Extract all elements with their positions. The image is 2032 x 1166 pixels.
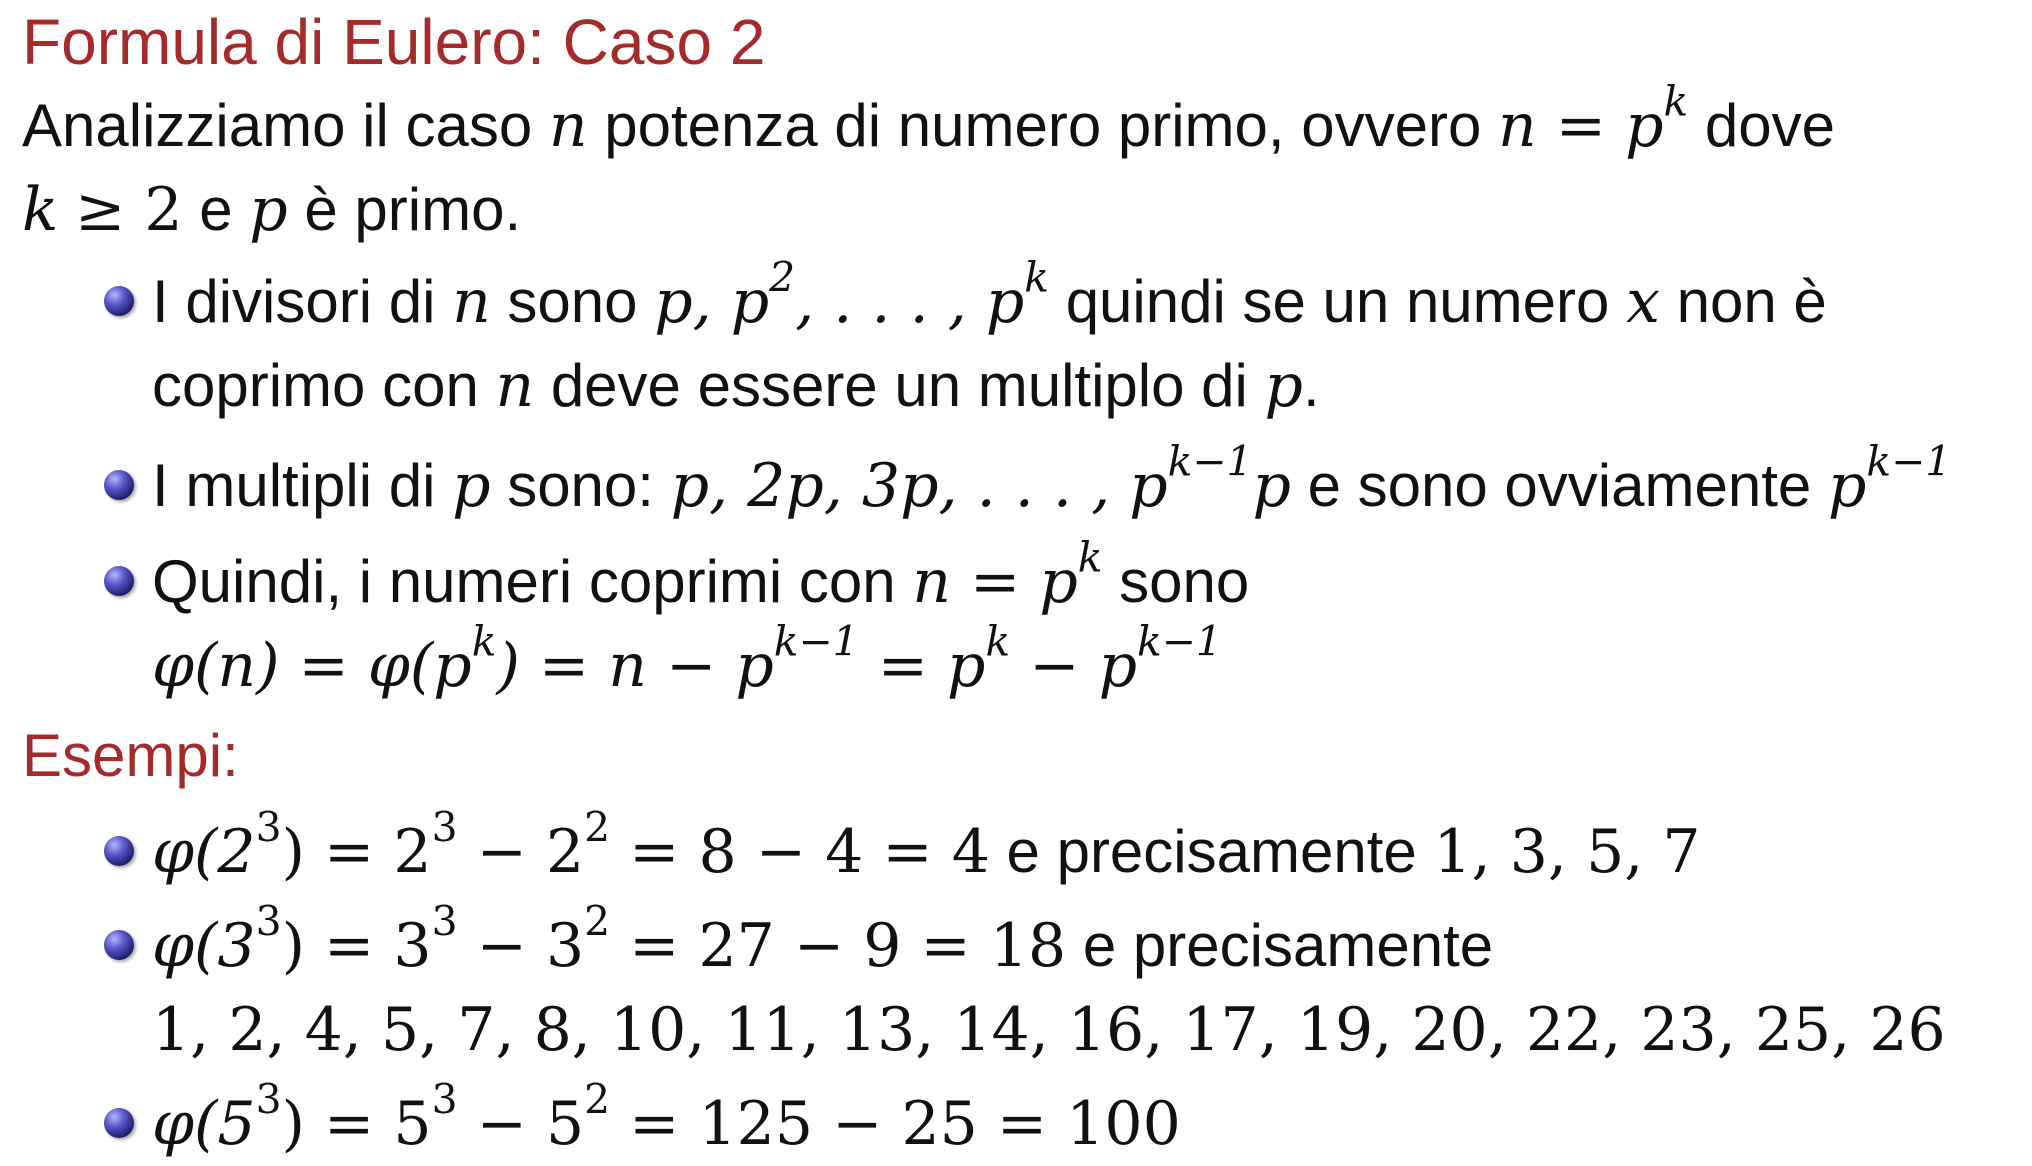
intro-eq-sup: k — [1663, 77, 1689, 126]
intro-var-n: n — [548, 91, 588, 161]
coprime-list: 1, 3, 5, 7 — [1433, 817, 1701, 887]
var-x: x — [1626, 267, 1660, 337]
formula-sup: 2 — [584, 803, 611, 852]
intro-eq-base: n = p — [1498, 91, 1664, 161]
formula-part: = 125 − 25 = 100 — [610, 1089, 1181, 1159]
example-formula: φ(33) = 33 − 32 = 27 − 9 = 18 — [152, 901, 1067, 981]
coprime-list: 1, 2, 4, 5, 7, 8, 10, 11, 13, 14, 16, 17… — [152, 995, 1946, 1065]
text: sono: — [507, 452, 654, 519]
intro-paragraph: Analizziamo il caso n potenza di numero … — [22, 81, 2012, 252]
formula-part: n = p — [912, 547, 1078, 617]
formula-part: φ(3 — [152, 911, 256, 981]
formula-part: p, p — [654, 267, 770, 337]
text: . — [1302, 352, 1320, 419]
multiples-formula: p, 2p, 3p, . . . , pk−1p — [670, 441, 1291, 521]
intro-text-4: e — [199, 176, 233, 243]
formula-sup: 3 — [431, 1075, 458, 1124]
formula-part: ) = 2 — [281, 817, 432, 887]
text: e precisamente — [1006, 818, 1417, 885]
formula-part: − 5 — [457, 1089, 585, 1159]
example-item: φ(53) = 53 − 52 = 125 − 25 = 100 — [152, 1079, 2022, 1166]
formula-sup: 3 — [431, 897, 458, 946]
intro-text-1: Analizziamo il caso — [22, 92, 533, 159]
text: I multipli di — [152, 452, 436, 519]
formula-part: ) = 5 — [281, 1089, 432, 1159]
formula-part: , . . . , p — [795, 267, 1025, 337]
formula-part: = 27 − 9 = 18 — [610, 911, 1067, 981]
var-p: p — [452, 451, 491, 521]
formula-part: − p — [1010, 631, 1138, 701]
formula-part: φ(n) = φ(p — [152, 631, 472, 701]
formula-part: ) = 3 — [281, 911, 432, 981]
intro-geq: ≥ 2 — [75, 175, 183, 245]
text: deve essere un multiplo di — [550, 352, 1248, 419]
formula-sup: 3 — [431, 803, 458, 852]
formula-sup: 2 — [584, 1075, 611, 1124]
bullet-icon — [104, 566, 134, 596]
bullet-icon — [104, 470, 134, 500]
slide-title: Formula di Eulero: Caso 2 — [22, 6, 766, 78]
formula-sup: 3 — [255, 897, 282, 946]
var-p: p — [1264, 351, 1303, 421]
formula-part: φ(2 — [152, 817, 256, 887]
formula-part: p — [1827, 451, 1867, 521]
bullet-icon — [104, 836, 134, 866]
formula-sup: k — [471, 617, 497, 666]
formula-sup: k−1 — [1137, 617, 1222, 666]
intro-text-2: potenza di numero primo, ovvero — [604, 92, 1482, 159]
formula-part: − 3 — [457, 911, 585, 981]
bullet-icon — [104, 1108, 134, 1138]
formula-sup: k — [1077, 533, 1103, 582]
intro-var-p: p — [249, 175, 288, 245]
formula-sup: 2 — [584, 897, 611, 946]
list-item: Quindi, i numeri coprimi con n = pk sono… — [152, 537, 2022, 708]
list-item: I divisori di n sono p, p2, . . . , pk q… — [152, 257, 2022, 428]
formula-part: ) = n − p — [496, 631, 774, 701]
example-item: φ(33) = 33 − 32 = 27 − 9 = 18 e precisam… — [152, 901, 2022, 1072]
example-item: φ(23) = 23 − 22 = 8 − 4 = 4 e precisamen… — [152, 807, 2022, 894]
text: e precisamente — [1082, 912, 1494, 979]
list-item: I multipli di p sono: p, 2p, 3p, . . . ,… — [152, 441, 2022, 528]
formula-sup: 2 — [769, 253, 796, 302]
formula-part: p, 2p, 3p, . . . , p — [670, 451, 1168, 521]
formula-sup: k — [1024, 253, 1050, 302]
formula-part: = p — [858, 631, 986, 701]
phi-formula: φ(n) = φ(pk) = n − pk−1 = pk − pk−1 — [152, 621, 1222, 701]
formula-part: = 8 − 4 = 4 — [610, 817, 990, 887]
intro-var-k: k — [22, 175, 59, 245]
text: sono — [507, 268, 638, 335]
formula-sup: k — [985, 617, 1011, 666]
example-formula: φ(53) = 53 − 52 = 125 − 25 = 100 — [152, 1079, 1181, 1159]
formula-sup: k−1 — [773, 617, 859, 666]
divisors-formula: p, p2, . . . , pk — [654, 257, 1049, 337]
formula-part: φ(5 — [152, 1089, 256, 1159]
var-n: n — [452, 267, 491, 337]
equation: n = pk — [912, 537, 1102, 617]
formula-sup: k−1 — [1866, 437, 1952, 486]
text: sono — [1119, 548, 1250, 615]
formula-sup: k−1 — [1167, 437, 1253, 486]
intro-equation: n = pk — [1498, 81, 1688, 161]
intro-text-3: dove — [1704, 92, 1835, 159]
text: e sono ovviamente — [1307, 452, 1812, 519]
bullet-icon — [104, 930, 134, 960]
text: I divisori di — [152, 268, 436, 335]
formula-sup: 3 — [255, 803, 282, 852]
text: Quindi, i numeri coprimi con — [152, 548, 896, 615]
var-n: n — [495, 351, 535, 421]
formula-part: p — [1252, 451, 1291, 521]
text: quindi se un numero — [1065, 268, 1610, 335]
count-formula: pk−1 — [1827, 441, 1951, 521]
bullet-icon — [104, 286, 134, 316]
formula-part: − 2 — [457, 817, 585, 887]
intro-text-5: è primo. — [304, 176, 522, 243]
example-formula: φ(23) = 23 − 22 = 8 − 4 = 4 — [152, 807, 990, 887]
examples-title: Esempi: — [22, 722, 239, 789]
formula-sup: 3 — [255, 1075, 282, 1124]
